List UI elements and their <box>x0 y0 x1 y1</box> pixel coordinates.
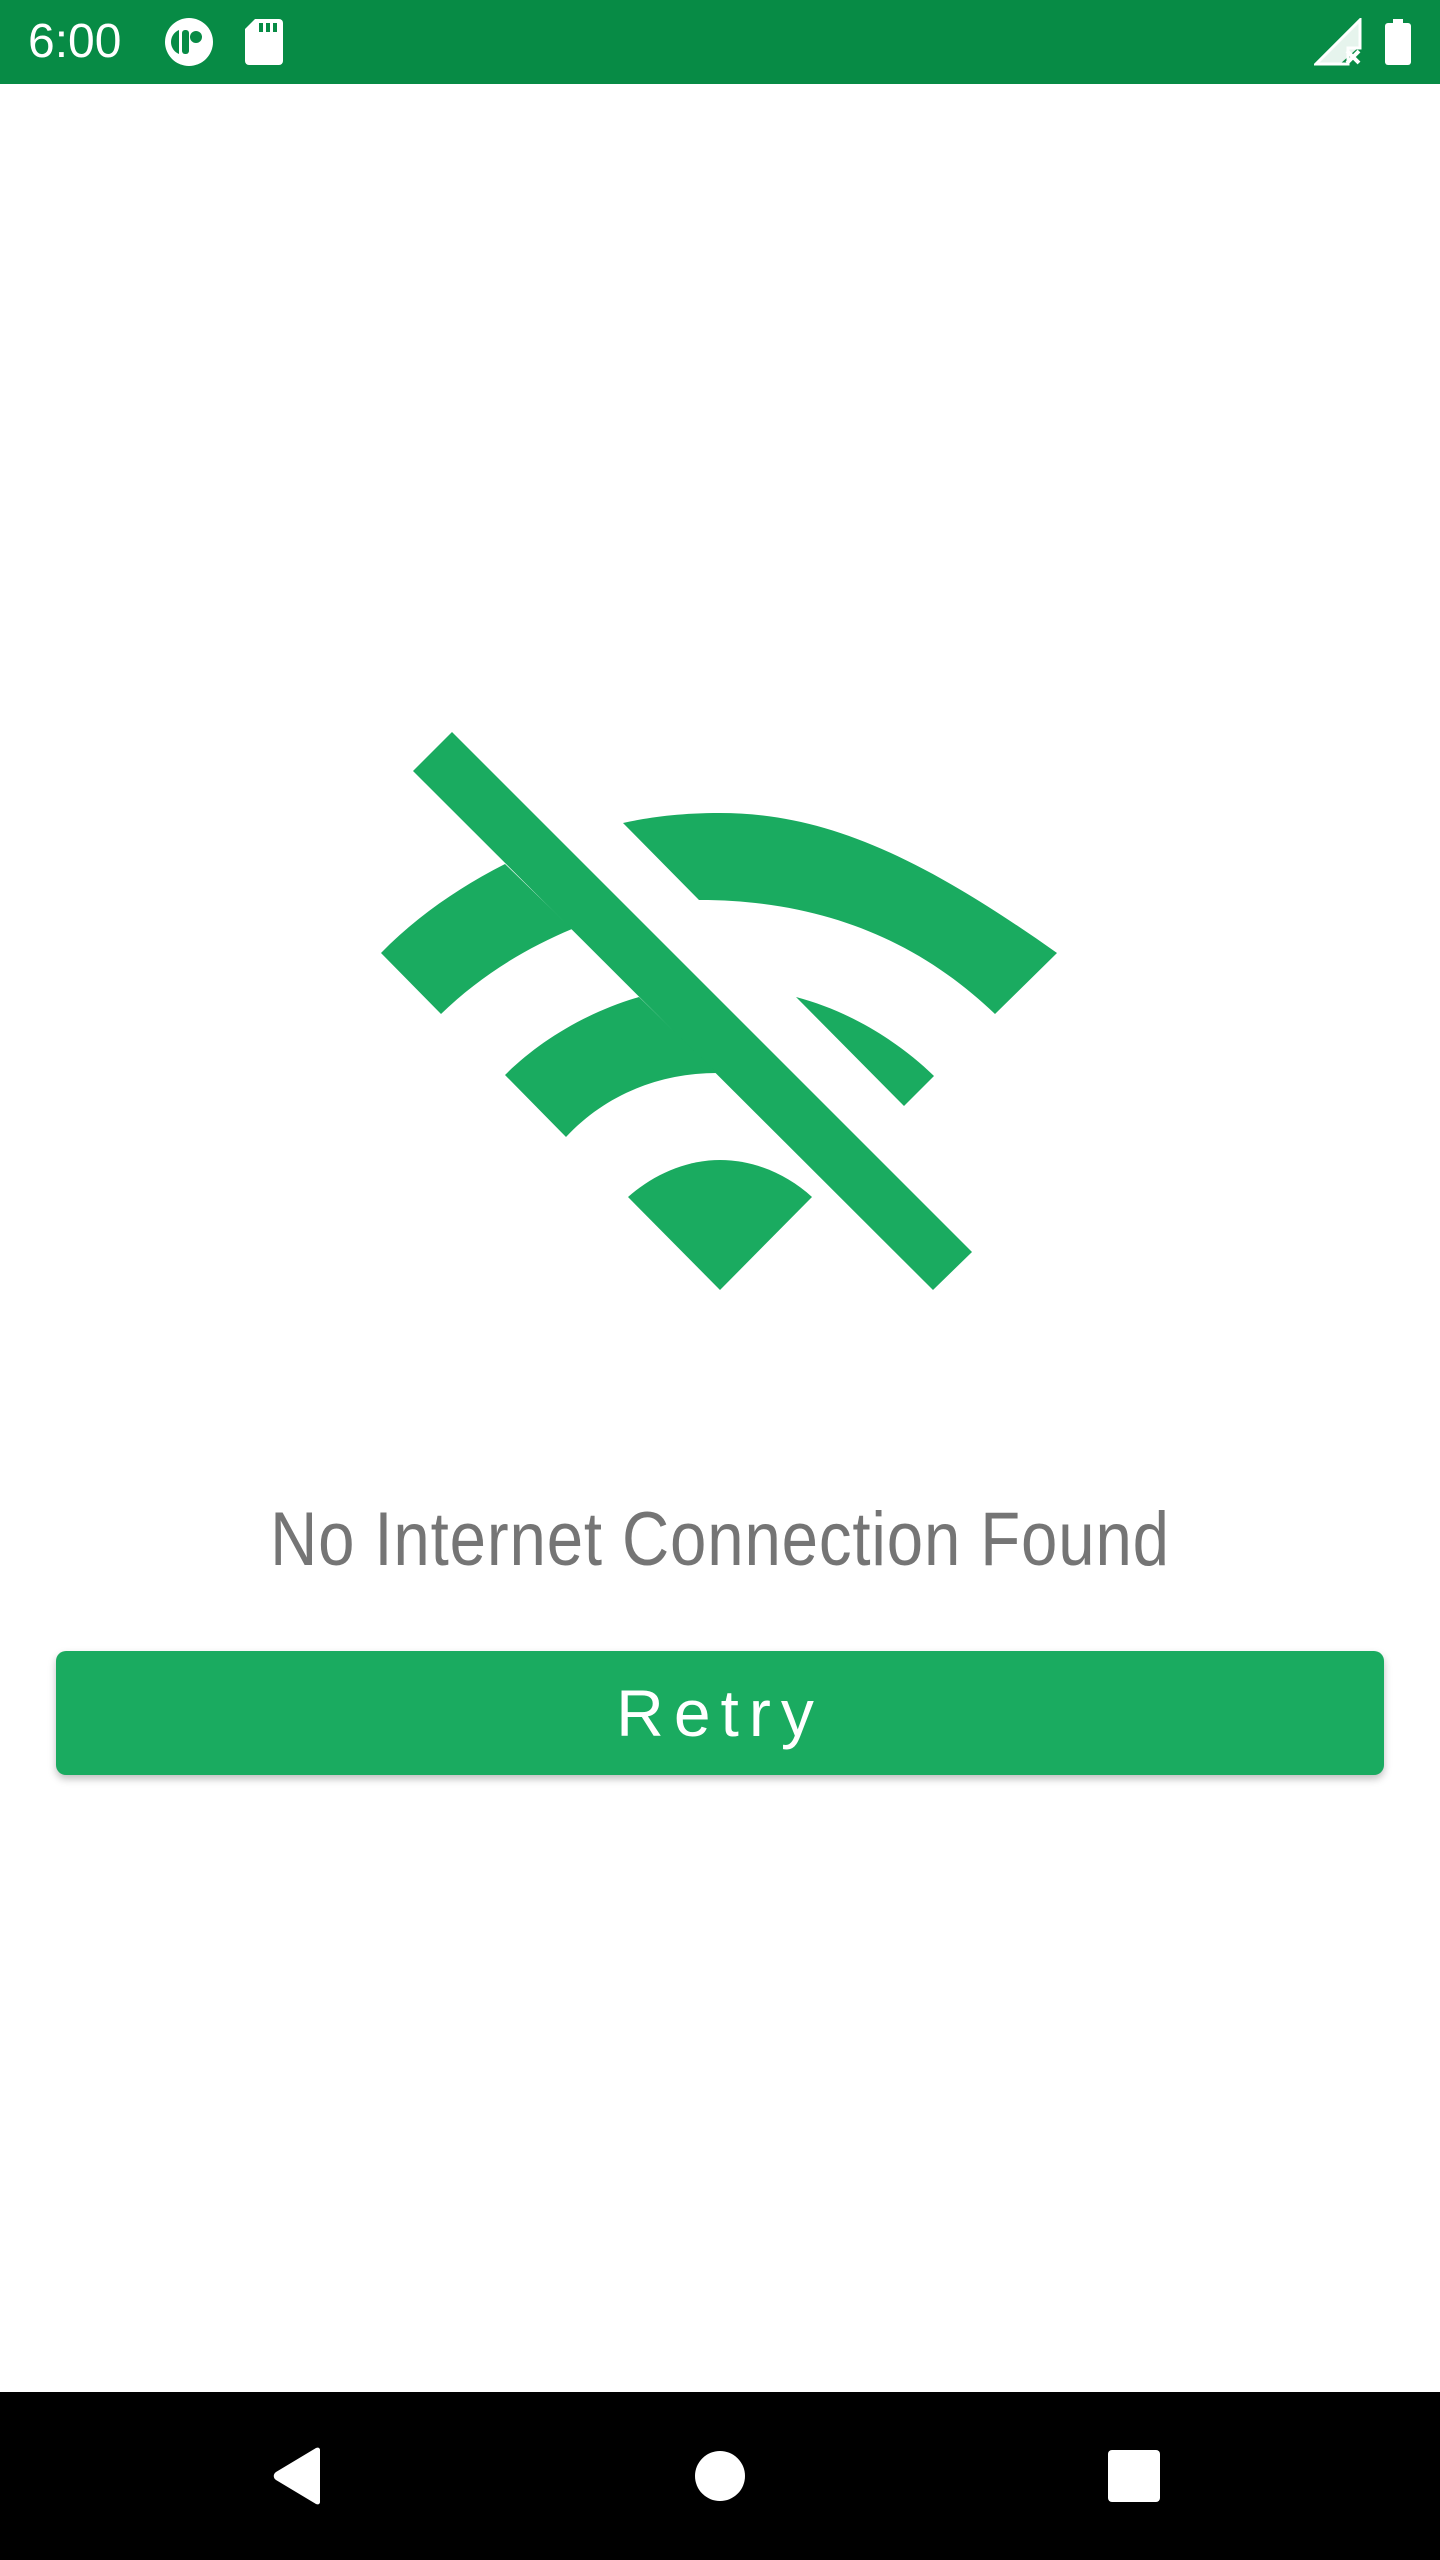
navigation-bar <box>0 2392 1440 2560</box>
back-icon <box>273 2447 320 2505</box>
signal-no-service-icon <box>1312 0 1364 84</box>
sd-card-icon <box>244 0 284 84</box>
recents-icon <box>1108 2450 1160 2502</box>
battery-icon <box>1384 0 1412 84</box>
wifi-off-icon <box>381 732 1057 1290</box>
recents-button[interactable] <box>1050 2392 1218 2560</box>
no-connection-screen: 6:00 No Internet Connection Found Retry <box>0 0 1440 2560</box>
retry-button[interactable]: Retry <box>56 1651 1384 1775</box>
status-bar: 6:00 <box>0 0 1440 84</box>
status-time: 6:00 <box>28 15 122 68</box>
back-button[interactable] <box>216 2392 384 2560</box>
home-button[interactable] <box>636 2392 804 2560</box>
app-notification-icon <box>162 0 216 84</box>
no-connection-message: No Internet Connection Found <box>270 1497 1170 1582</box>
home-icon <box>695 2451 745 2501</box>
